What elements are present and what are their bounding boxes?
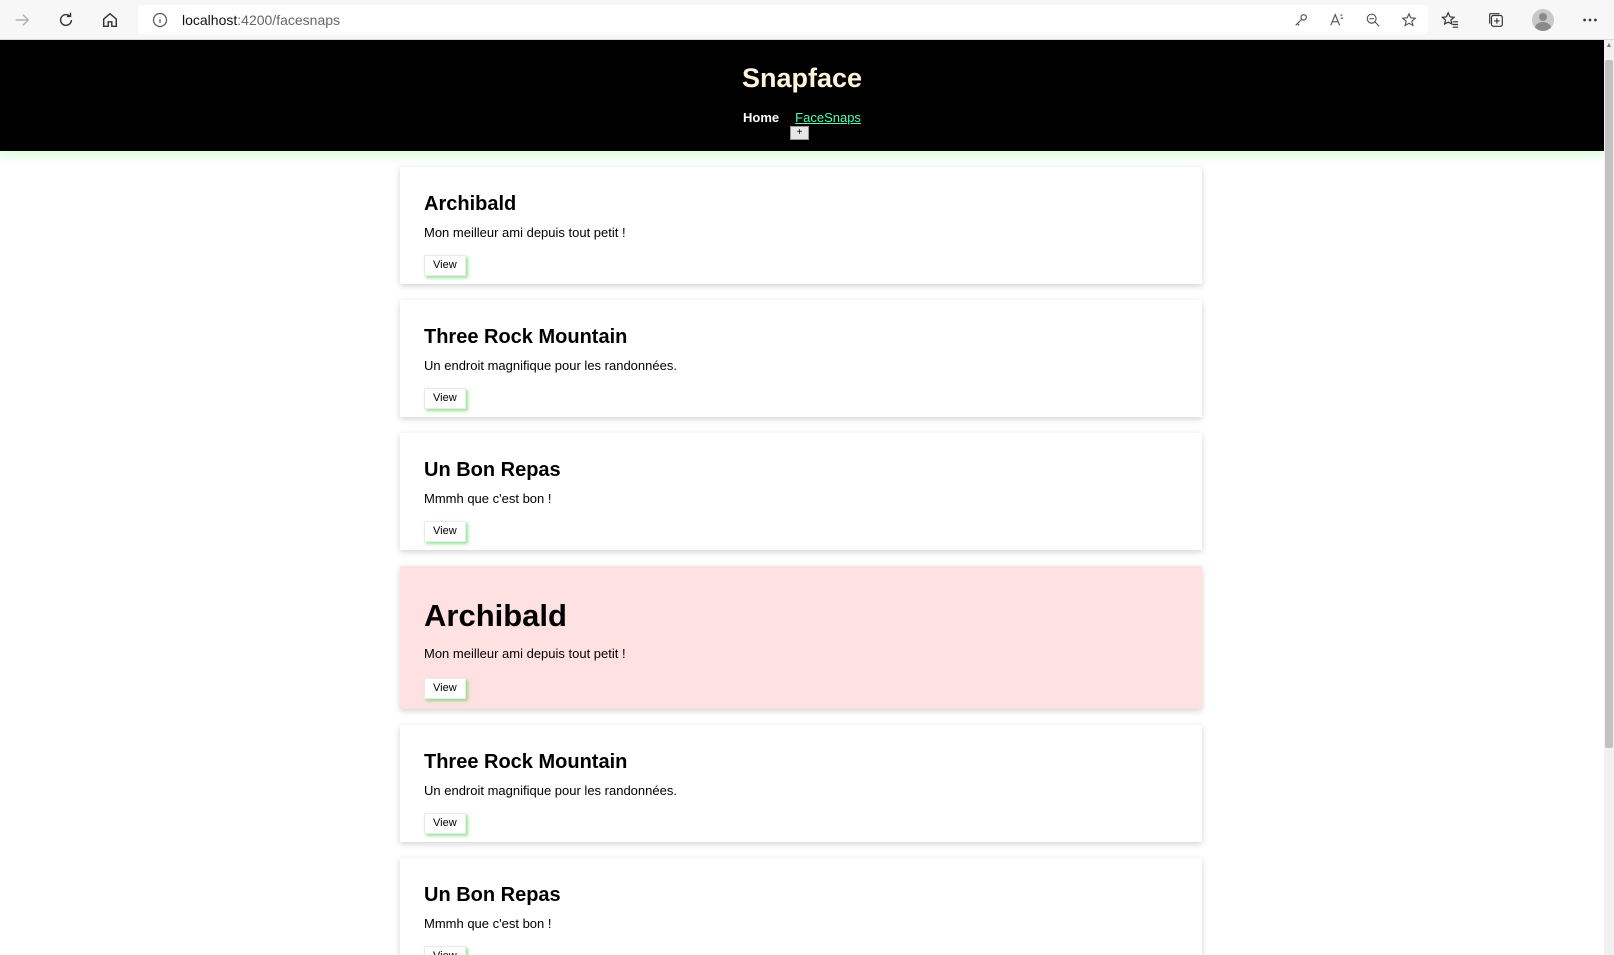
facesnap-card: Un Bon Repas Mmmh que c'est bon ! View [400, 858, 1202, 955]
view-button[interactable]: View [424, 946, 466, 955]
view-button[interactable]: View [424, 388, 466, 409]
site-nav: Home FaceSnaps [0, 110, 1604, 125]
browser-toolbar: localhost:4200/facesnaps [0, 0, 1614, 40]
facesnap-list: Archibald Mon meilleur ami depuis tout p… [400, 167, 1202, 955]
card-description: Mon meilleur ami depuis tout petit ! [424, 646, 626, 661]
card-title: Three Rock Mountain [424, 751, 628, 773]
view-button[interactable]: View [424, 255, 466, 276]
card-title: Archibald [424, 598, 567, 633]
forward-icon[interactable] [0, 0, 44, 40]
scrollbar-thumb[interactable] [1605, 60, 1613, 748]
site-title: Snapface [741, 63, 863, 93]
address-bar[interactable]: localhost:4200/facesnaps [138, 5, 1428, 35]
facesnap-card: Three Rock Mountain Un endroit magnifiqu… [400, 300, 1202, 417]
view-button[interactable]: View [424, 521, 466, 542]
url-path: :4200/facesnaps [237, 12, 341, 28]
more-options-icon[interactable] [1580, 10, 1600, 30]
nav-home-link[interactable]: Home [743, 110, 779, 125]
facesnap-card: Three Rock Mountain Un endroit magnifiqu… [400, 725, 1202, 842]
facesnap-card: Archibald Mon meilleur ami depuis tout p… [400, 167, 1202, 284]
url-host: localhost [182, 12, 238, 28]
add-facesnap-button[interactable]: + [790, 126, 809, 140]
refresh-icon[interactable] [44, 0, 88, 40]
page-viewport: Snapface Home FaceSnaps + Archibald Mon … [0, 40, 1604, 955]
card-description: Mon meilleur ami depuis tout petit ! [424, 225, 626, 240]
card-description: Mmmh que c'est bon ! [424, 916, 552, 931]
url-text[interactable]: localhost:4200/facesnaps [182, 12, 340, 28]
card-title: Archibald [424, 193, 517, 215]
card-description: Mmmh que c'est bon ! [424, 491, 552, 506]
favorites-icon[interactable] [1440, 10, 1460, 30]
view-button[interactable]: View [424, 813, 466, 834]
card-description: Un endroit magnifique pour les randonnée… [424, 358, 677, 373]
view-button[interactable]: View [424, 678, 466, 699]
card-description: Un endroit magnifique pour les randonnée… [424, 783, 677, 798]
collections-icon[interactable] [1486, 10, 1506, 30]
key-icon[interactable] [1292, 11, 1310, 29]
site-header: Snapface Home FaceSnaps + [0, 40, 1604, 151]
nav-facesnaps-link[interactable]: FaceSnaps [795, 110, 861, 125]
home-icon[interactable] [88, 0, 132, 40]
card-title: Three Rock Mountain [424, 326, 628, 348]
add-favorite-icon[interactable] [1400, 11, 1418, 29]
zoom-out-icon[interactable] [1364, 11, 1382, 29]
scroll-up-icon[interactable]: ▲ [1605, 42, 1613, 52]
facesnap-card: Un Bon Repas Mmmh que c'est bon ! View [400, 433, 1202, 550]
info-icon[interactable] [152, 12, 168, 28]
profile-avatar-icon[interactable] [1532, 9, 1554, 31]
card-title: Un Bon Repas [424, 459, 561, 481]
card-title: Un Bon Repas [424, 884, 561, 906]
read-aloud-icon[interactable] [1328, 11, 1346, 29]
facesnap-card-highlighted: Archibald Mon meilleur ami depuis tout p… [400, 566, 1202, 709]
